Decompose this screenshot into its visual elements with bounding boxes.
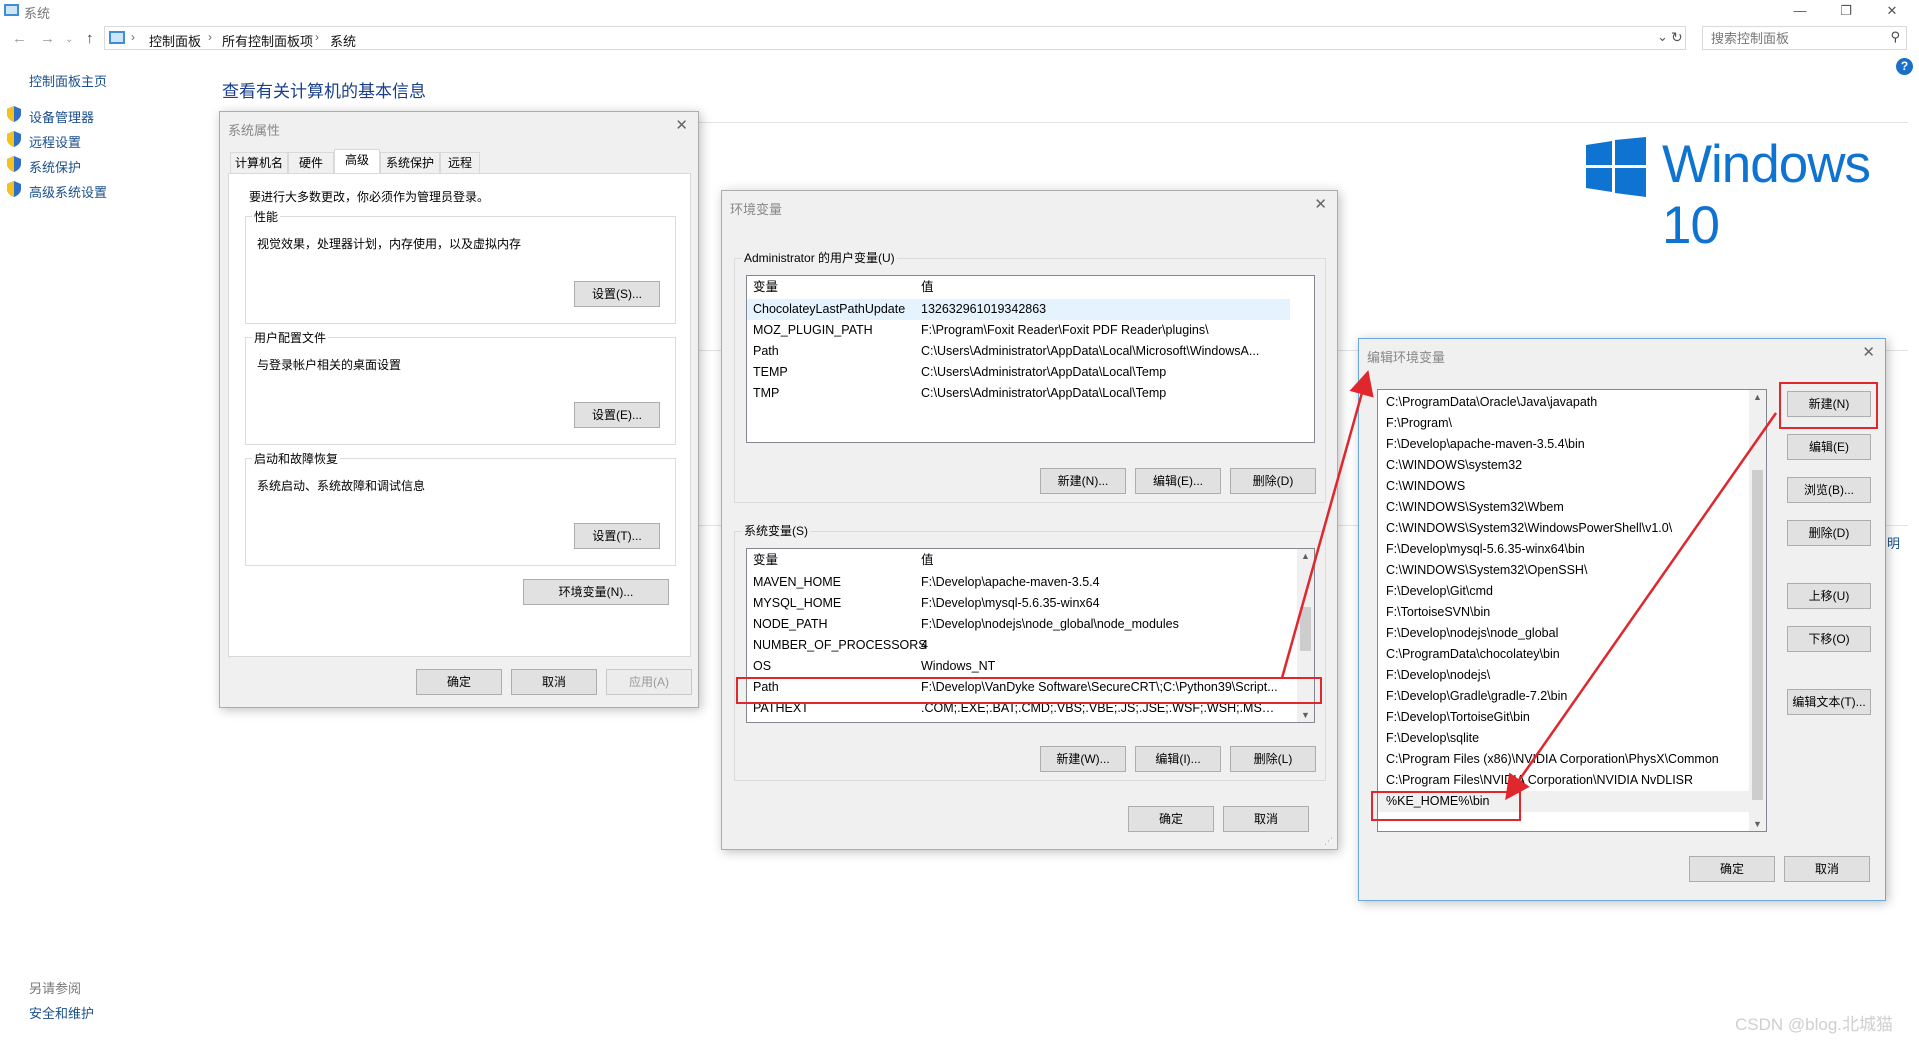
annotation-arrows — [1280, 370, 1778, 801]
arrow-path-to-edit-dialog — [1280, 370, 1374, 679]
arrow-new-to-entry — [1505, 412, 1778, 801]
